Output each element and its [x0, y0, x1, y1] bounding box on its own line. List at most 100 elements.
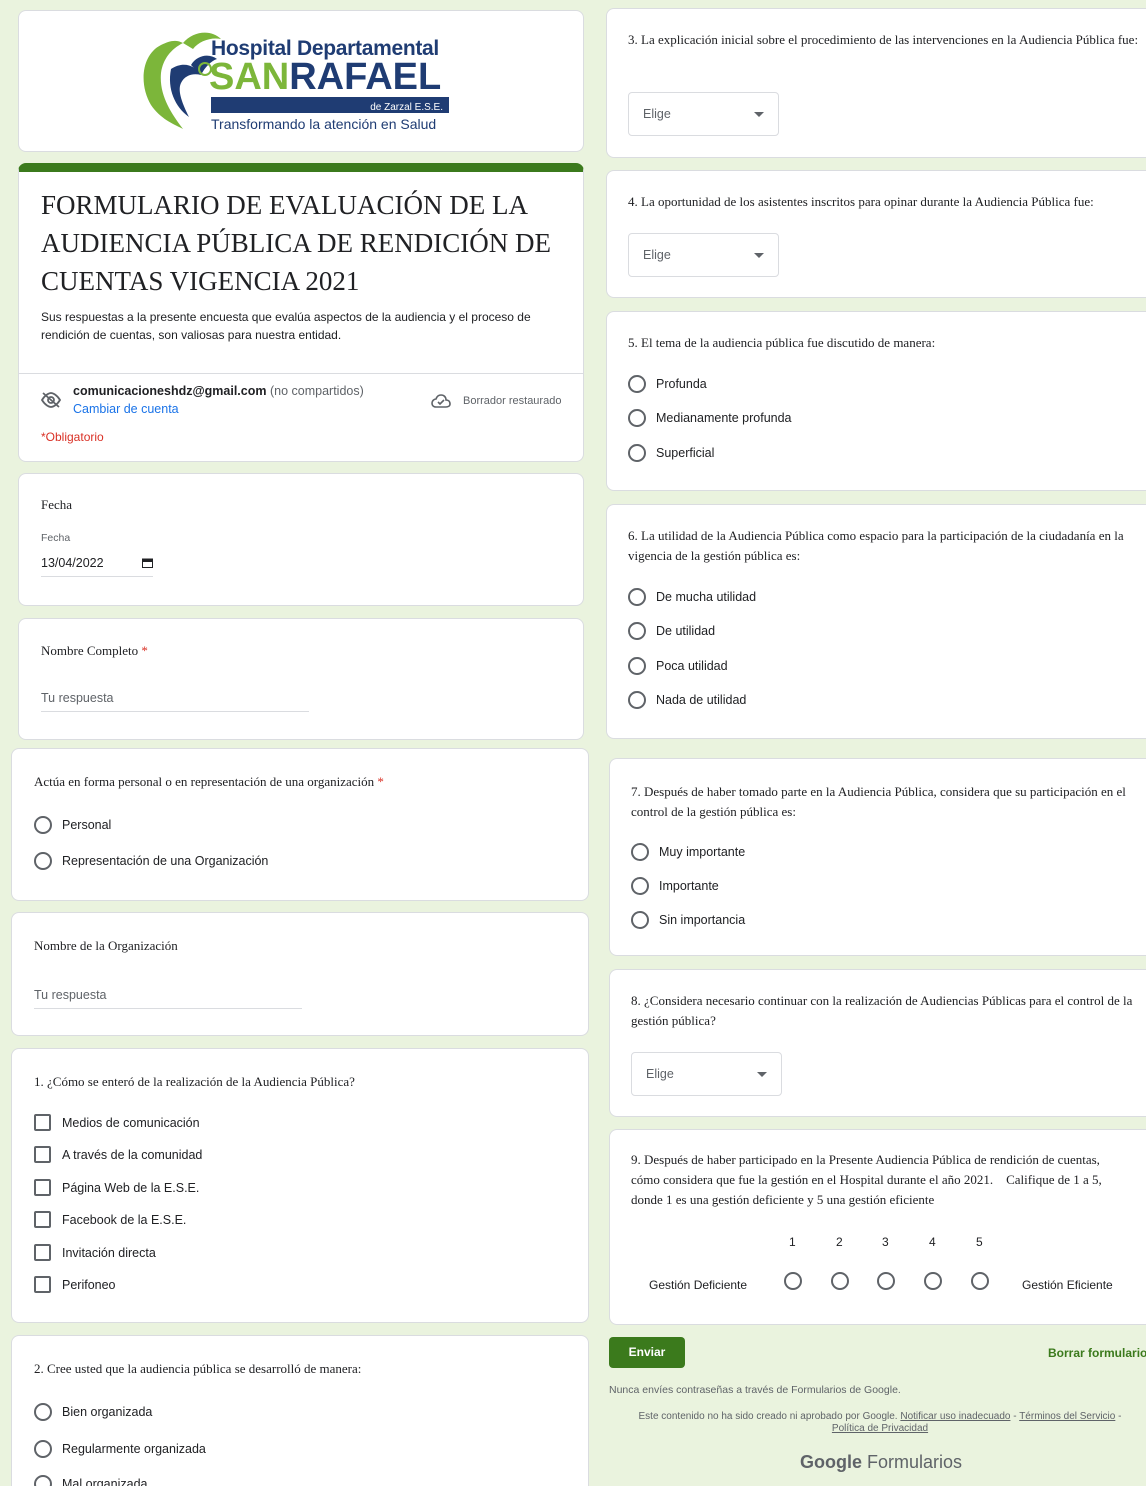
radio-circle[interactable]: [34, 1440, 52, 1458]
q6-card: 6. La utilidad de la Audiencia Pública c…: [606, 504, 1146, 739]
cloud-check-icon: [431, 394, 451, 408]
scale-radio-4[interactable]: [924, 1272, 942, 1290]
checkbox-box[interactable]: [34, 1276, 51, 1293]
radio-nada-utilidad[interactable]: Nada de utilidad: [628, 691, 746, 709]
privacy-link[interactable]: Política de Privacidad: [832, 1423, 928, 1434]
date-value: 13/04/2022: [41, 556, 104, 570]
logo-tagline: Transformando la atención en Salud: [211, 116, 437, 132]
radio-circle[interactable]: [34, 852, 52, 870]
radio-mal-organizada[interactable]: Mal organizada: [34, 1475, 147, 1486]
scale-label-1: 1: [789, 1235, 796, 1249]
radio-importante[interactable]: Importante: [631, 877, 719, 895]
q5-title: 5. El tema de la audiencia pública fue d…: [628, 335, 936, 350]
option-label: Invitación directa: [62, 1245, 156, 1260]
radio-circle[interactable]: [631, 843, 649, 861]
option-label: Muy importante: [659, 845, 746, 859]
q1-card: 1. ¿Cómo se enteró de la realización de …: [11, 1048, 589, 1323]
radio-personal[interactable]: Personal: [34, 816, 111, 834]
radio-circle[interactable]: [631, 877, 649, 895]
disclaimer: Este contenido no ha sido creado ni apro…: [630, 1411, 1130, 1435]
fecha-card: Fecha Fecha 13/04/2022: [18, 473, 584, 606]
option-label: De mucha utilidad: [656, 590, 757, 604]
checkbox-perifoneo[interactable]: Perifoneo: [34, 1276, 116, 1293]
chevron-down-icon: [754, 252, 764, 258]
radio-circle[interactable]: [631, 911, 649, 929]
radio-utilidad[interactable]: De utilidad: [628, 622, 715, 640]
form-description: Sus respuestas a la presente encuesta qu…: [41, 310, 531, 342]
nombre-input[interactable]: Tu respuesta: [41, 691, 309, 712]
scale-high-label: Gestión Eficiente: [1022, 1278, 1113, 1292]
scale-radio-2[interactable]: [831, 1272, 849, 1290]
radio-poca-utilidad[interactable]: Poca utilidad: [628, 657, 728, 675]
radio-mucha-utilidad[interactable]: De mucha utilidad: [628, 588, 756, 606]
checkbox-invitacion[interactable]: Invitación directa: [34, 1244, 156, 1261]
q2-title: 2. Cree usted que la audiencia pública s…: [34, 1361, 362, 1376]
q4-select[interactable]: Elige: [628, 233, 779, 277]
radio-sin-importancia[interactable]: Sin importancia: [631, 911, 745, 929]
radio-circle[interactable]: [628, 588, 646, 606]
fecha-label: Fecha: [41, 532, 71, 544]
select-value: Elige: [643, 107, 671, 121]
radio-circle[interactable]: [628, 444, 646, 462]
checkbox-box[interactable]: [34, 1146, 51, 1163]
radio-muy-importante[interactable]: Muy importante: [631, 843, 745, 861]
radio-superficial[interactable]: Superficial: [628, 444, 714, 462]
organizacion-input[interactable]: Tu respuesta: [34, 988, 302, 1009]
option-label: Superficial: [656, 446, 715, 460]
radio-profunda[interactable]: Profunda: [628, 375, 707, 393]
checkbox-facebook[interactable]: Facebook de la E.S.E.: [34, 1211, 186, 1228]
q7-title: 7. Después de haber tomado parte en la A…: [631, 784, 1126, 819]
calendar-icon[interactable]: [142, 558, 153, 568]
terms-link[interactable]: Términos del Servicio: [1019, 1411, 1115, 1422]
account-line: comunicacioneshdz@gmail.com (no comparti…: [73, 384, 364, 398]
radio-circle[interactable]: [34, 816, 52, 834]
q7-card: 7. Después de haber tomado parte en la A…: [609, 758, 1146, 956]
radio-circle[interactable]: [628, 622, 646, 640]
checkbox-box[interactable]: [34, 1179, 51, 1196]
checkbox-box[interactable]: [34, 1211, 51, 1228]
q8-select[interactable]: Elige: [631, 1052, 782, 1096]
option-label: Bien organizada: [62, 1405, 153, 1419]
q3-select[interactable]: Elige: [628, 92, 779, 136]
q6-title: 6. La utilidad de la Audiencia Pública c…: [628, 528, 1124, 563]
checkbox-box[interactable]: [34, 1244, 51, 1261]
option-label: A través de la comunidad: [62, 1147, 203, 1162]
radio-medianamente-profunda[interactable]: Medianamente profunda: [628, 409, 792, 427]
option-label: Perifoneo: [62, 1277, 116, 1292]
required-note: *Obligatorio: [41, 430, 104, 444]
scale-radio-3[interactable]: [877, 1272, 895, 1290]
scale-radio-5[interactable]: [971, 1272, 989, 1290]
radio-circle[interactable]: [628, 375, 646, 393]
checkbox-medios[interactable]: Medios de comunicación: [34, 1114, 200, 1131]
nombre-card: Nombre Completo * Tu respuesta: [18, 618, 584, 740]
required-star: *: [377, 774, 384, 789]
q3-card: 3. La explicación inicial sobre el proce…: [606, 8, 1146, 158]
organizacion-card: Nombre de la Organización Tu respuesta: [11, 912, 589, 1036]
radio-circle[interactable]: [34, 1403, 52, 1421]
actua-title-text: Actúa en forma personal o en representac…: [34, 774, 375, 789]
radio-regularmente-organizada[interactable]: Regularmente organizada: [34, 1440, 206, 1458]
form-divider: [19, 373, 583, 374]
radio-bien-organizada[interactable]: Bien organizada: [34, 1403, 152, 1421]
scale-label-5: 5: [976, 1235, 983, 1249]
required-star: *: [141, 643, 148, 658]
checkbox-pagina-web[interactable]: Página Web de la E.S.E.: [34, 1179, 199, 1196]
option-label: Profunda: [656, 377, 707, 391]
q3-title: 3. La explicación inicial sobre el proce…: [628, 32, 1139, 47]
q1-title: 1. ¿Cómo se enteró de la realización de …: [34, 1074, 355, 1089]
clear-form-button[interactable]: Borrar formulario: [1048, 1346, 1146, 1360]
submit-button[interactable]: Enviar: [609, 1337, 685, 1368]
google-forms-brand[interactable]: Google Formularios: [800, 1452, 962, 1473]
switch-account-link[interactable]: Cambiar de cuenta: [73, 402, 179, 416]
radio-circle[interactable]: [628, 691, 646, 709]
checkbox-box[interactable]: [34, 1114, 51, 1131]
logo-line3-bar: de Zarzal E.S.E.: [211, 97, 449, 113]
radio-circle[interactable]: [34, 1475, 52, 1486]
date-input[interactable]: 13/04/2022: [41, 556, 153, 577]
radio-circle[interactable]: [628, 657, 646, 675]
checkbox-comunidad[interactable]: A través de la comunidad: [34, 1146, 202, 1163]
radio-circle[interactable]: [628, 409, 646, 427]
report-link[interactable]: Notificar uso inadecuado: [900, 1411, 1010, 1422]
scale-radio-1[interactable]: [784, 1272, 802, 1290]
radio-representacion[interactable]: Representación de una Organización: [34, 852, 268, 870]
